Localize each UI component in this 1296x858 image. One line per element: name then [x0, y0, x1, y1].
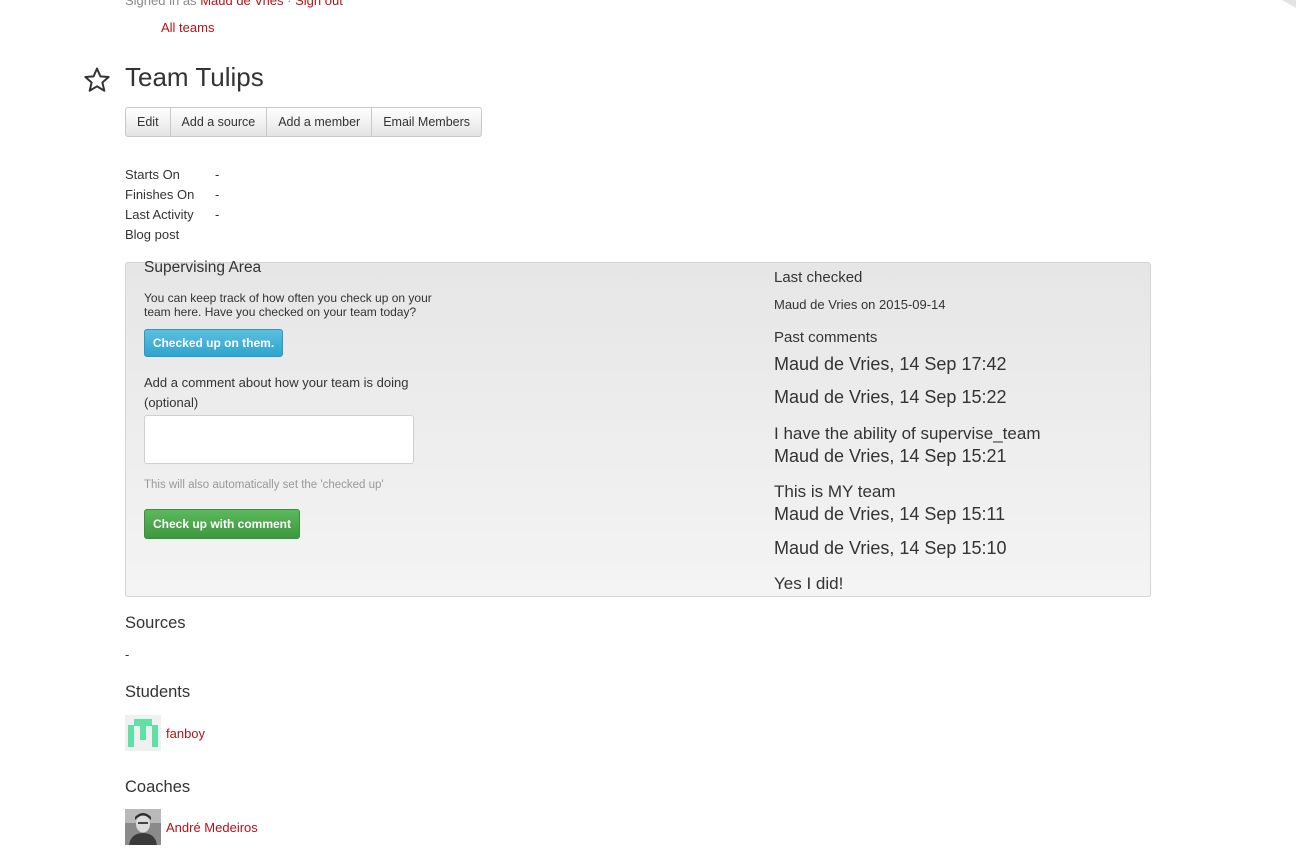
star-outline-icon[interactable]	[83, 66, 111, 94]
checked-up-button[interactable]: Checked up on them.	[144, 329, 283, 357]
comment-item: I have the ability of supervise_team Mau…	[774, 423, 1040, 467]
page-corner-decoration	[1282, 0, 1296, 8]
signed-in-label: Signed in as	[125, 0, 197, 8]
meta-value: -	[215, 187, 220, 202]
coaches-heading: Coaches	[125, 778, 191, 796]
comment-author: Maud de Vries, 14 Sep 15:10	[774, 538, 1007, 558]
comment-item: Maud de Vries, 14 Sep 15:10	[774, 537, 1007, 559]
meta-value: -	[215, 167, 220, 182]
auto-check-note: This will also automatically set the 'ch…	[144, 479, 384, 491]
student-item: fanboy	[125, 715, 205, 751]
supervising-panel: Supervising Area You can keep track of h…	[125, 259, 1151, 597]
sign-out-link[interactable]: Sign out	[295, 0, 343, 8]
comment-author: Maud de Vries, 14 Sep 15:11	[774, 504, 1006, 524]
comment-item: Yes I did!	[774, 573, 843, 595]
last-checked-heading: Last checked	[774, 269, 863, 286]
comment-item: Maud de Vries, 14 Sep 15:22	[774, 386, 1007, 408]
past-comments-heading: Past comments	[774, 329, 878, 346]
comment-author: Maud de Vries, 14 Sep 15:22	[774, 387, 1007, 407]
meta-label: Finishes On	[125, 187, 195, 202]
comment-author: Maud de Vries, 14 Sep 17:42	[774, 354, 1007, 374]
identicon-avatar[interactable]	[125, 715, 161, 751]
supervising-help-text: You can keep track of how often you chec…	[144, 291, 432, 319]
current-user-link[interactable]: Maud de Vries	[200, 0, 283, 8]
students-heading: Students	[125, 683, 191, 701]
signed-in-line: Signed in as Maud de Vries · Sign out	[125, 0, 343, 8]
add-member-button[interactable]: Add a member	[267, 107, 373, 137]
comment-body: Yes I did!	[774, 574, 844, 593]
add-source-button[interactable]: Add a source	[170, 107, 268, 137]
meta-row: Starts On -	[125, 165, 219, 185]
comment-item: This is MY team Maud de Vries, 14 Sep 15…	[774, 481, 1005, 525]
comment-body: This is MY team	[774, 482, 896, 501]
supervising-title: Supervising Area	[144, 259, 262, 276]
comment-textarea[interactable]	[144, 415, 414, 464]
sources-heading: Sources	[125, 614, 186, 632]
email-members-button[interactable]: Email Members	[372, 107, 483, 137]
meta-value: -	[215, 207, 220, 222]
comment-author: Maud de Vries, 14 Sep 15:21	[774, 446, 1007, 466]
meta-row: Last Activity -	[125, 205, 219, 225]
all-teams-link[interactable]: All teams	[161, 20, 214, 35]
last-checked-value: Maud de Vries on 2015-09-14	[774, 297, 946, 312]
coach-name-link[interactable]: André Medeiros	[166, 820, 258, 835]
comment-item: Maud de Vries, 14 Sep 17:42	[774, 353, 1007, 375]
comment-body: I have the ability of supervise_team	[774, 424, 1041, 443]
comment-label: Add a comment about how your team is doi…	[144, 375, 409, 410]
team-meta: Starts On - Finishes On - Last Activity …	[125, 165, 219, 245]
team-actions: Edit Add a source Add a member Email Mem…	[125, 107, 483, 137]
coach-item: André Medeiros	[125, 809, 258, 845]
page-title: Team Tulips	[125, 62, 264, 92]
check-up-with-comment-button[interactable]: Check up with comment	[144, 509, 300, 539]
sources-empty: -	[125, 647, 130, 662]
separator: ·	[287, 0, 292, 8]
coach-photo-avatar[interactable]	[125, 809, 161, 845]
meta-label: Last Activity	[125, 207, 194, 222]
meta-label: Blog post	[125, 227, 180, 242]
meta-label: Starts On	[125, 167, 180, 182]
edit-button[interactable]: Edit	[125, 107, 171, 137]
student-name-link[interactable]: fanboy	[166, 726, 205, 741]
meta-row: Blog post	[125, 225, 219, 245]
meta-row: Finishes On -	[125, 185, 219, 205]
